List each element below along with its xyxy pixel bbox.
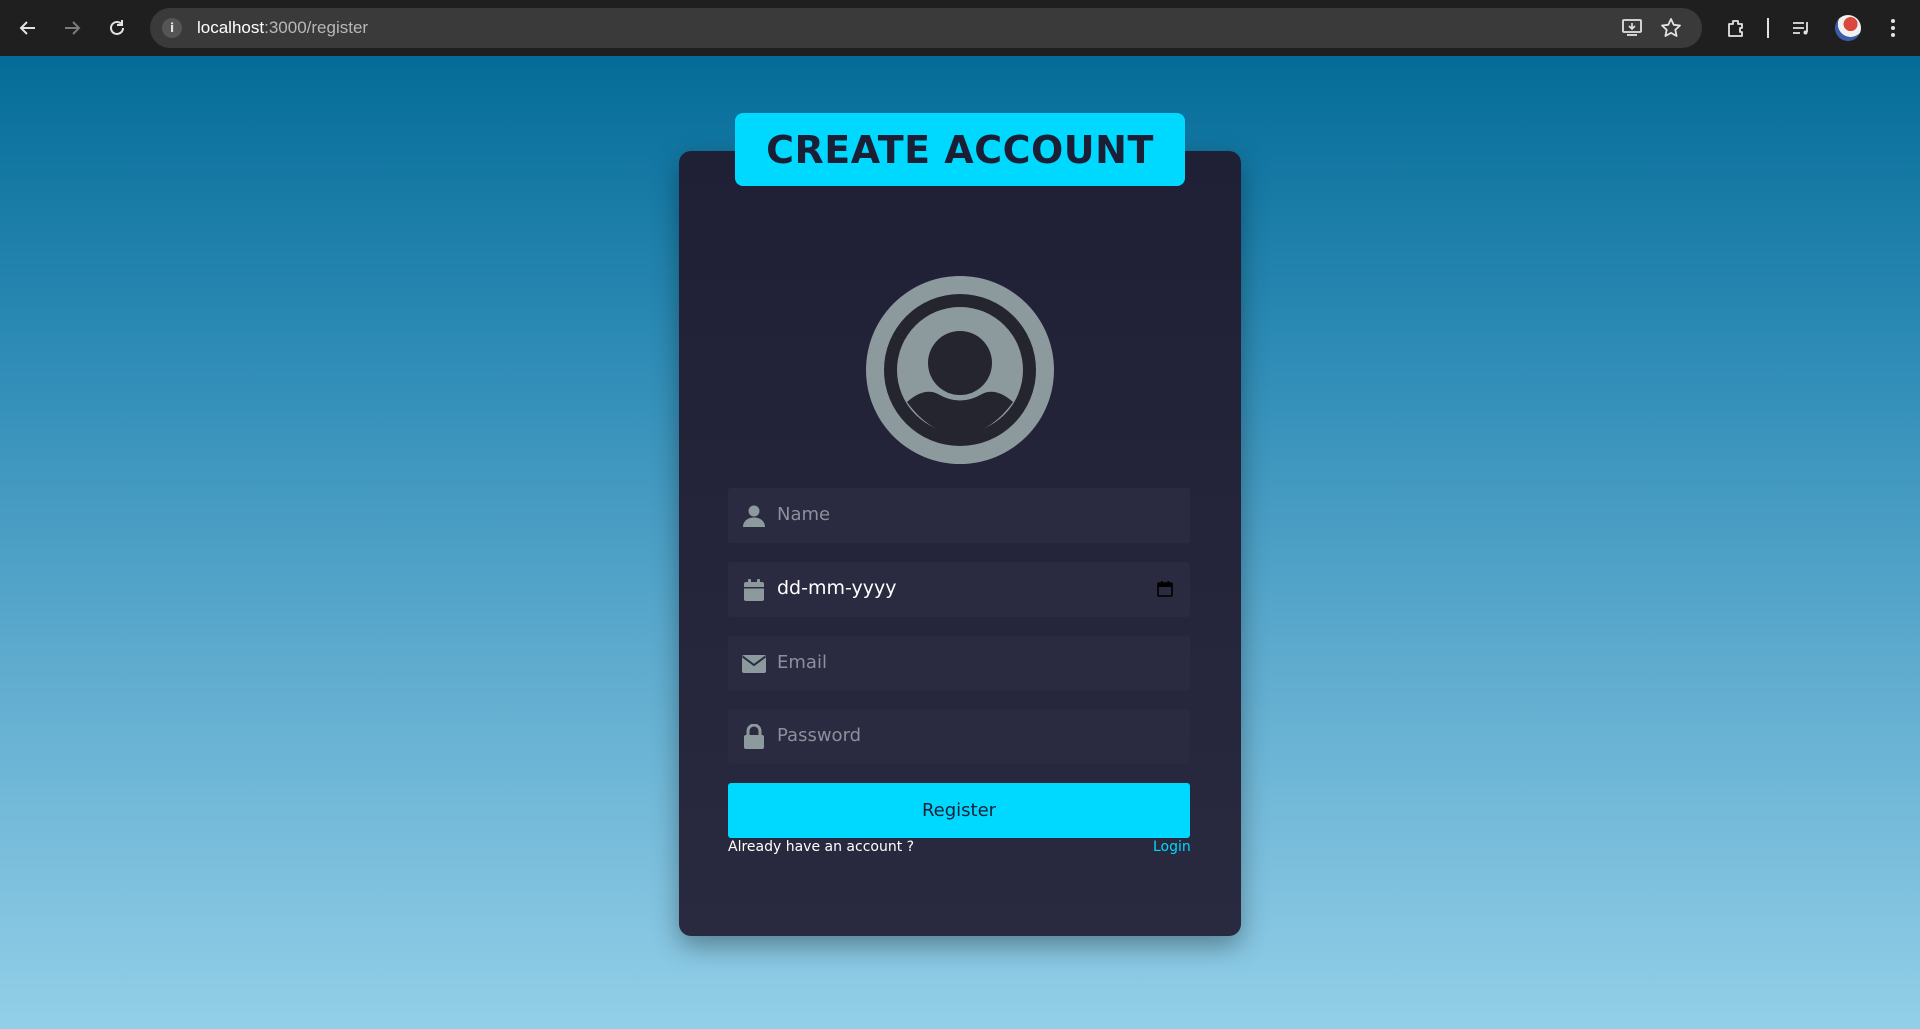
- kebab-menu-icon[interactable]: [1879, 14, 1907, 42]
- reload-button[interactable]: [102, 13, 132, 43]
- address-bar[interactable]: i localhost:3000/register: [150, 8, 1702, 48]
- password-field[interactable]: Password: [728, 709, 1190, 764]
- date-value: dd-mm-yyyy: [777, 577, 897, 599]
- password-placeholder: Password: [777, 725, 862, 746]
- login-link[interactable]: Login: [1153, 839, 1191, 855]
- forward-button[interactable]: [57, 13, 87, 43]
- media-control-icon[interactable]: [1787, 14, 1815, 42]
- site-info-icon[interactable]: i: [162, 18, 182, 38]
- page-background: CREATE ACCOUNT Name dd-mm-yyyy Email Pas…: [0, 56, 1920, 1029]
- url-text[interactable]: localhost:3000/register: [197, 18, 368, 38]
- url-path: :3000/register: [264, 18, 369, 37]
- user-avatar-icon: [866, 276, 1054, 464]
- browser-toolbar: i localhost:3000/register: [0, 0, 1920, 56]
- forward-arrow-icon: [65, 21, 81, 35]
- title-banner: CREATE ACCOUNT: [735, 113, 1185, 186]
- toolbar-divider: [1767, 18, 1769, 38]
- already-have-account-text: Already have an account ?: [728, 839, 915, 855]
- calendar-icon: [741, 577, 767, 603]
- email-field[interactable]: Email: [728, 636, 1190, 691]
- register-button[interactable]: Register: [728, 783, 1190, 838]
- lock-icon: [741, 724, 767, 750]
- install-app-icon[interactable]: [1620, 17, 1644, 39]
- date-of-birth-field[interactable]: dd-mm-yyyy: [728, 562, 1190, 617]
- user-icon: [741, 503, 767, 529]
- back-arrow-icon: [19, 21, 35, 35]
- page-title: CREATE ACCOUNT: [766, 127, 1154, 172]
- date-picker-icon[interactable]: [1156, 580, 1174, 598]
- envelope-icon: [741, 651, 767, 677]
- reload-icon: [110, 20, 124, 35]
- url-host: localhost: [197, 18, 265, 37]
- extensions-icon[interactable]: [1722, 14, 1750, 42]
- bookmark-star-icon[interactable]: [1659, 17, 1683, 39]
- profile-avatar[interactable]: [1835, 15, 1861, 41]
- back-button[interactable]: [13, 13, 43, 43]
- email-placeholder: Email: [777, 652, 827, 673]
- name-placeholder: Name: [777, 504, 831, 525]
- name-field[interactable]: Name: [728, 488, 1190, 543]
